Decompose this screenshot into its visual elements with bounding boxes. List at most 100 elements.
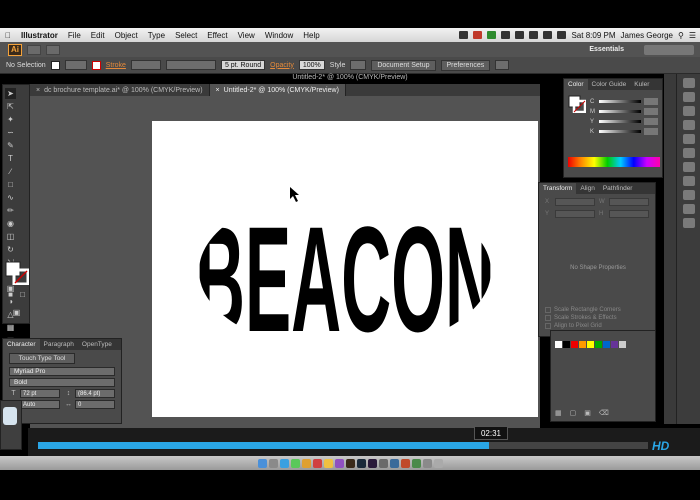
indesign-dock-icon[interactable] — [367, 458, 377, 468]
video-side-tab[interactable] — [0, 400, 22, 450]
menu-effect[interactable]: Effect — [202, 31, 232, 40]
tracking-field[interactable]: 0 — [75, 400, 115, 409]
panel-icon-transparency[interactable] — [682, 162, 695, 172]
stroke-label[interactable]: Stroke — [106, 62, 126, 69]
brush-definition[interactable]: 5 pt. Round — [220, 60, 266, 70]
yellow-slider[interactable]: Y — [590, 118, 658, 125]
stroke-swatch[interactable] — [91, 60, 101, 70]
leading-field[interactable]: (86.4 pt) — [75, 389, 115, 398]
bridge-button[interactable] — [27, 44, 41, 55]
finder-icon[interactable] — [257, 458, 267, 468]
swatch-purple[interactable] — [611, 341, 618, 348]
tab-opentype[interactable]: OpenType — [78, 339, 116, 350]
swatch-white[interactable] — [555, 341, 562, 348]
color-mode-icon[interactable]: ■ — [5, 289, 16, 300]
color-spectrum[interactable] — [568, 157, 660, 167]
close-icon[interactable]: × — [36, 87, 40, 94]
scale-rectangle-corners-checkbox[interactable]: Scale Rectangle Corners — [545, 307, 651, 313]
kerning-field[interactable]: Auto — [20, 400, 60, 409]
help-search-input[interactable] — [644, 44, 694, 55]
user-name[interactable]: James George — [621, 31, 673, 40]
menu-window[interactable]: Window — [260, 31, 298, 40]
panel-icon-graphic-styles[interactable] — [682, 190, 695, 200]
x-field[interactable] — [555, 198, 595, 206]
tab-untitled-2[interactable]: × Untitled-2* @ 100% (CMYK/Preview) — [209, 84, 346, 96]
notes-icon[interactable] — [323, 458, 333, 468]
touch-type-tool-button[interactable]: Touch Type Tool — [9, 353, 75, 364]
style-dropdown[interactable] — [350, 60, 367, 70]
magic-wand-tool-icon[interactable]: ✦ — [5, 114, 16, 125]
arrange-button[interactable] — [495, 60, 510, 70]
notification-icon[interactable]: ☰ — [689, 31, 696, 40]
delete-swatch-icon[interactable]: ⌫ — [599, 409, 609, 417]
fill-stroke-swatches[interactable] — [5, 261, 29, 285]
align-pixel-grid-checkbox[interactable]: Align to Pixel Grid — [545, 323, 651, 329]
cyan-slider[interactable]: C — [590, 98, 658, 105]
arrange-documents-button[interactable] — [46, 44, 60, 55]
menu-help[interactable]: Help — [298, 31, 324, 40]
battery-icon[interactable] — [557, 31, 567, 39]
blob-brush-tool-icon[interactable]: ◉ — [5, 218, 16, 229]
menu-view[interactable]: View — [233, 31, 260, 40]
beacon-text[interactable]: BEACON — [195, 195, 495, 363]
warped-text-artwork[interactable]: BEACON — [152, 121, 538, 417]
tab-pathfinder[interactable]: Pathfinder — [599, 183, 637, 194]
swatch-library-icon[interactable]: ▦ — [555, 409, 562, 417]
type-tool-icon[interactable]: T — [5, 153, 16, 164]
stroke-weight-field[interactable] — [130, 60, 161, 70]
swatch-black[interactable] — [563, 341, 570, 348]
firefox-icon[interactable] — [400, 458, 410, 468]
menu-type[interactable]: Type — [143, 31, 170, 40]
panel-icon-gradient[interactable] — [682, 148, 695, 158]
font-style-field[interactable]: Bold — [9, 378, 115, 387]
safari-icon[interactable] — [279, 458, 289, 468]
tray-cloud-icon[interactable] — [501, 31, 511, 39]
swatch-yellow[interactable] — [587, 341, 594, 348]
downloads-icon[interactable] — [422, 458, 432, 468]
close-icon[interactable]: × — [216, 87, 220, 94]
panel-icon-layers[interactable] — [682, 204, 695, 214]
tab-brochure-template[interactable]: × dc brochure template.ai* @ 100% (CMYK/… — [30, 84, 210, 96]
selection-tool-icon[interactable]: ➤ — [5, 88, 16, 99]
lasso-tool-icon[interactable]: ∽ — [5, 127, 16, 138]
calendar-icon[interactable] — [312, 458, 322, 468]
magenta-slider[interactable]: M — [590, 108, 658, 115]
fill-dropdown[interactable] — [64, 60, 87, 70]
system-preferences-icon[interactable] — [378, 458, 388, 468]
color-fill-stroke-icon[interactable] — [568, 95, 586, 113]
panel-icon-swatches[interactable] — [682, 92, 695, 102]
black-slider[interactable]: K — [590, 128, 658, 135]
eraser-tool-icon[interactable]: ◫ — [5, 231, 16, 242]
tab-character[interactable]: Character — [3, 339, 40, 350]
opacity-field[interactable]: 100% — [298, 60, 325, 70]
rectangle-tool-icon[interactable]: □ — [5, 179, 16, 190]
tray-record-icon[interactable] — [473, 31, 483, 39]
panel-icon-appearance[interactable] — [682, 176, 695, 186]
photoshop-dock-icon[interactable] — [356, 458, 366, 468]
panel-icon-artboards[interactable] — [682, 78, 695, 88]
pencil-tool-icon[interactable]: ✏ — [5, 205, 16, 216]
opacity-label[interactable]: Opacity — [270, 62, 294, 69]
h-field[interactable] — [609, 210, 649, 218]
menu-edit[interactable]: Edit — [86, 31, 110, 40]
artboard[interactable]: BEACON — [152, 121, 538, 417]
none-mode-icon[interactable]: □ — [17, 289, 28, 300]
illustrator-dock-icon[interactable] — [345, 458, 355, 468]
clock[interactable]: Sat 8:09 PM — [571, 31, 615, 40]
y-field[interactable] — [555, 210, 595, 218]
swatch-red[interactable] — [571, 341, 578, 348]
launchpad-icon[interactable] — [268, 458, 278, 468]
volume-icon[interactable] — [543, 31, 553, 39]
workspace-switcher[interactable]: Essentials — [589, 46, 624, 53]
tray-app-icon[interactable] — [459, 31, 469, 39]
panel-icon-symbols[interactable] — [682, 120, 695, 130]
mesh-tool-icon[interactable]: ▦ — [5, 322, 16, 333]
font-family-field[interactable]: Myriad Pro — [9, 367, 115, 376]
itunes-icon[interactable] — [334, 458, 344, 468]
tab-color-guide[interactable]: Color Guide — [588, 79, 631, 90]
panel-icon-brushes[interactable] — [682, 106, 695, 116]
tab-paragraph[interactable]: Paragraph — [40, 339, 78, 350]
w-field[interactable] — [609, 198, 649, 206]
video-progress-bar[interactable] — [38, 442, 648, 449]
tab-color[interactable]: Color — [564, 79, 588, 90]
